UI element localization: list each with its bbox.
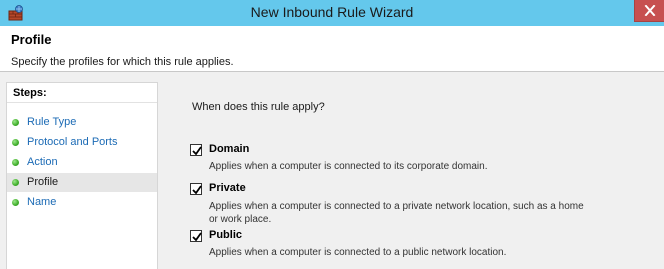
window-title: New Inbound Rule Wizard [250, 4, 414, 20]
private-description-line2: or work place. [209, 214, 272, 225]
title-bar[interactable]: New Inbound Rule Wizard [0, 0, 664, 26]
public-description: Applies when a computer is connected to … [209, 247, 507, 258]
green-dot-icon [12, 119, 19, 126]
close-icon [644, 5, 656, 16]
private-label[interactable]: Private [209, 182, 246, 194]
public-label[interactable]: Public [209, 229, 242, 241]
private-checkbox[interactable] [190, 183, 202, 195]
step-label: Protocol and Ports [27, 136, 118, 148]
page-title: Profile [11, 32, 52, 47]
steps-heading: Steps: [13, 87, 47, 99]
step-action[interactable]: Action [7, 153, 157, 172]
domain-label[interactable]: Domain [209, 143, 249, 155]
checkmark-icon [192, 146, 202, 156]
steps-pane: Steps: Rule Type Protocol and Ports Acti… [6, 82, 158, 269]
green-dot-icon [12, 199, 19, 206]
green-dot-icon [12, 159, 19, 166]
private-description-line1: Applies when a computer is connected to … [209, 201, 584, 212]
step-profile[interactable]: Profile [7, 173, 157, 192]
domain-checkbox[interactable] [190, 144, 202, 156]
step-label: Name [27, 196, 57, 208]
step-rule-type[interactable]: Rule Type [7, 113, 157, 132]
step-name[interactable]: Name [7, 193, 157, 212]
domain-description: Applies when a computer is connected to … [209, 161, 488, 172]
wizard-content: Steps: Rule Type Protocol and Ports Acti… [0, 72, 664, 269]
question-text: When does this rule apply? [192, 101, 325, 113]
green-dot-icon [12, 139, 19, 146]
private-description: Applies when a computer is connected to … [209, 200, 599, 226]
step-label: Rule Type [27, 116, 77, 128]
checkmark-icon [192, 232, 202, 242]
steps-divider [7, 102, 157, 103]
close-button[interactable] [634, 0, 664, 22]
wizard-header: Profile Specify the profiles for which t… [0, 26, 664, 72]
step-label: Profile [27, 176, 59, 188]
page-description: Specify the profiles for which this rule… [11, 56, 234, 68]
checkmark-icon [192, 185, 202, 195]
green-dot-icon [12, 179, 19, 186]
public-checkbox[interactable] [190, 230, 202, 242]
step-label: Action [27, 156, 58, 168]
step-protocol-and-ports[interactable]: Protocol and Ports [7, 133, 157, 152]
wizard-window: New Inbound Rule Wizard Profile Specify … [0, 0, 664, 269]
